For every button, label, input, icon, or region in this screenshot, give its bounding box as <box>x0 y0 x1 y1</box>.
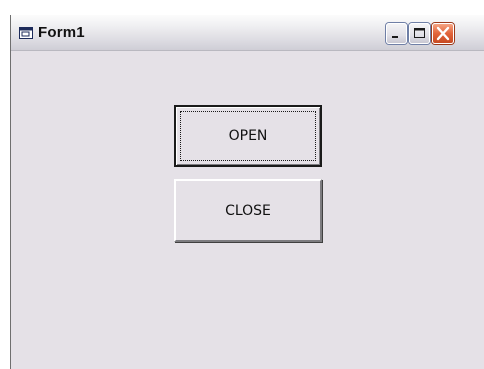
minimize-button[interactable] <box>386 23 407 44</box>
open-button[interactable]: OPEN <box>174 105 322 167</box>
maximize-icon <box>414 28 425 38</box>
form-window-icon[interactable] <box>19 26 33 39</box>
maximize-button[interactable] <box>409 23 430 44</box>
close-button-label: CLOSE <box>225 202 271 219</box>
open-button-label: OPEN <box>228 128 268 144</box>
close-button[interactable]: CLOSE <box>174 179 322 242</box>
close-icon <box>436 26 450 41</box>
form1-window: Form1 OPEN CLOSE <box>10 15 484 369</box>
window-title: Form1 <box>38 24 85 41</box>
close-window-button[interactable] <box>432 23 454 44</box>
minimize-icon <box>392 36 398 38</box>
form-client-area: OPEN CLOSE <box>11 51 484 369</box>
title-bar[interactable]: Form1 <box>11 15 484 51</box>
